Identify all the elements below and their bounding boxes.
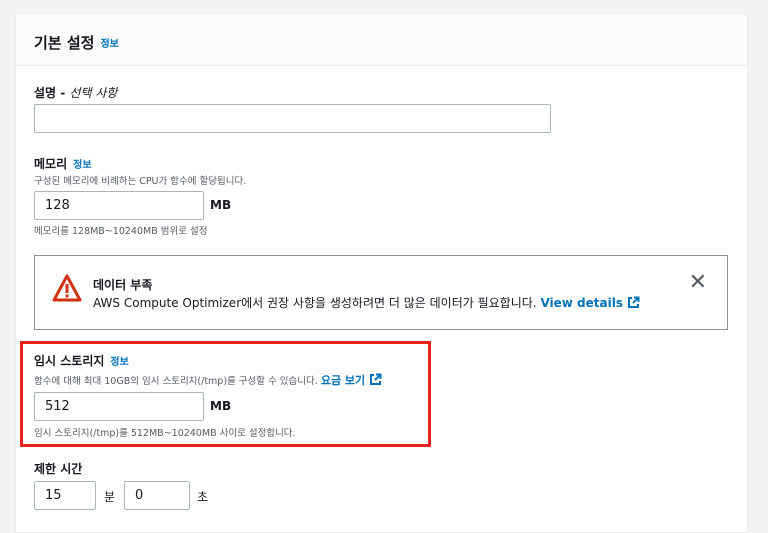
- storage-input[interactable]: [34, 392, 204, 421]
- external-link-icon: [370, 373, 382, 385]
- storage-info-link[interactable]: 정보: [110, 357, 128, 368]
- alert-title: 데이터 부족: [93, 278, 153, 292]
- panel-title: 기본 설정 정보: [34, 32, 119, 53]
- pricing-link-label: 요금 보기: [320, 374, 366, 387]
- external-link-icon: [627, 296, 640, 308]
- view-details-label: View details: [540, 296, 623, 310]
- minutes-unit: 분: [104, 490, 116, 504]
- panel-info-link[interactable]: 정보: [100, 39, 118, 50]
- storage-description-text: 함수에 대해 최대 10GB의 임시 스토리지(/tmp)를 구성할 수 있습니…: [34, 376, 318, 387]
- timeout-minutes-input[interactable]: [34, 481, 96, 510]
- timeout-seconds-input[interactable]: [124, 481, 190, 510]
- memory-unit: MB: [210, 198, 232, 212]
- insufficient-data-alert: 데이터 부족 AWS Compute Optimizer에서 권장 사항을 생성…: [34, 255, 728, 330]
- close-icon[interactable]: ✕: [689, 272, 707, 294]
- view-details-link[interactable]: View details: [540, 296, 640, 310]
- storage-description: 함수에 대해 최대 10GB의 임시 스토리지(/tmp)를 구성할 수 있습니…: [34, 372, 382, 388]
- timeout-label: 제한 시간: [34, 462, 83, 476]
- description-input[interactable]: [34, 104, 551, 133]
- alert-body-text: AWS Compute Optimizer에서 권장 사항을 생성하려면 더 많…: [93, 296, 537, 310]
- panel-header: 기본 설정 정보: [16, 14, 747, 66]
- memory-description: 구성된 메모리에 비례하는 CPU가 함수에 할당됩니다.: [34, 176, 247, 187]
- storage-label-text: 임시 스토리지: [34, 354, 105, 368]
- memory-label-text: 메모리: [34, 157, 68, 171]
- warning-icon: [52, 274, 82, 302]
- storage-label: 임시 스토리지 정보: [34, 352, 129, 369]
- panel-title-text: 기본 설정: [34, 34, 95, 52]
- storage-unit: MB: [210, 399, 232, 413]
- memory-info-link[interactable]: 정보: [73, 160, 91, 171]
- description-optional-text: 선택 사항: [69, 86, 118, 100]
- memory-input[interactable]: [34, 191, 204, 220]
- description-label: 설명 - 선택 사항: [34, 84, 117, 101]
- memory-constraint: 메모리를 128MB~10240MB 범위로 설정: [34, 226, 208, 237]
- alert-body: AWS Compute Optimizer에서 권장 사항을 생성하려면 더 많…: [93, 294, 640, 311]
- storage-constraint: 임시 스토리지(/tmp)를 512MB~10240MB 사이로 설정합니다.: [34, 428, 296, 439]
- pricing-link[interactable]: 요금 보기: [320, 373, 382, 387]
- memory-label: 메모리 정보: [34, 155, 92, 172]
- description-label-text: 설명 -: [34, 86, 70, 100]
- seconds-unit: 초: [197, 490, 209, 504]
